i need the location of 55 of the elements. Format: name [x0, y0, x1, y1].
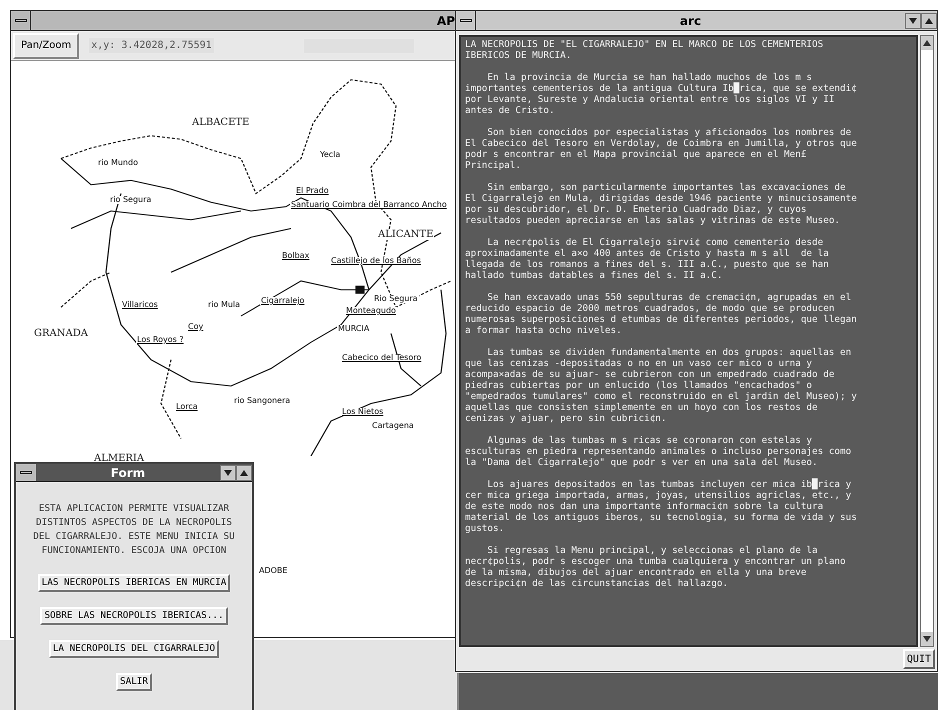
map-label: El Prado: [295, 187, 330, 195]
text-paragraph: Sin embargo, son particularmente importantes las excavaciones de El Cigarralejo en Mula, dirigidas desde 1946 paciente y minuciosamente por su descubridor, el Dr. D. Emeterio Cuadrado Diaz, y cuyos resultados pueden apreciarse en las salas y vitrinas de este Museo.: [465, 182, 858, 226]
text-paragraph: En la provincia de Murcia se han hallado muchos de los m s importantes cementerios de la antigua Cultura Ib█rica, que se extendi¢ por Levante, Sureste y Andalucia oriental entre los siglos VI y II antes de Cristo.: [465, 72, 858, 116]
text-paragraph: Son bien conocidos por especialistas y aficionados los nombres de El Cabecico del Tesoro en Verdolay, de Coimbra en Jumilla, y otros que podr s encontrar en el Mapa provincial que aparece en el Men£ Principal.: [465, 127, 858, 171]
map-label: Castillejo de los Baños: [330, 257, 422, 265]
menu-button[interactable]: SALIR: [116, 673, 152, 691]
map-label: Lorca: [175, 403, 199, 411]
text-paragraph: Las tumbas se dividen fundamentalmente en dos grupos: aquellas en que las cenizas -depositadas o no en un vaso cer mico o urna y acompa×adas de su ajuar- se cubrieron con un empedrado cuadrado de piedras cubiertas por un enlucido (los llamados "encachados" o "empedrados tumulares" como el reconstruido en el jardin del Museo); y aquellas que consisten simplemente en un hoyo con los restos de cenizas y ajuar, pero sin cubrici¢n.: [465, 347, 858, 424]
map-label: GRANADA: [33, 329, 89, 339]
map-label: Coy: [187, 323, 204, 331]
map-label: Los Royos ?: [136, 336, 185, 344]
text-paragraph: LA NECROPOLIS DE "EL CIGARRALEJO" EN EL MARCO DE LOS CEMENTERIOS IBERICOS DE MURCIA.: [465, 39, 824, 61]
map-label: Rio Segura: [373, 295, 419, 303]
scrollbar[interactable]: [920, 35, 934, 647]
map-label: Los Nietos: [341, 408, 384, 416]
coordinates-readout: x,y: 3.42028,2.75591: [89, 38, 214, 53]
map-label: Cartagena: [371, 422, 415, 430]
map-label: ADOBE: [258, 567, 288, 575]
text-paragraph: Algunas de las tumbas m s ricas se coronaron con estelas y esculturas en piedra representando animales o incluso personajes como la "Dama del Cigarralejo" que podr s ver en una sala del Museo.: [465, 435, 852, 468]
up-triangle-icon: [925, 18, 933, 24]
map-label: rio Sangonera: [233, 397, 292, 405]
map-label: rio Mula: [207, 301, 242, 309]
text-paragraph: La necr¢polis de El Cigarralejo sirvi¢ como cementerio desde aproximadamente el a×o 400 antes de Cristo y hasta m s all de la llegada de los romanos a fines del s. III a.C., puesto que se han hallado tumbas datables a fines del s. II a.C.: [465, 237, 830, 281]
minimize-button[interactable]: [220, 464, 236, 480]
window-menu-icon[interactable]: [16, 464, 36, 481]
down-triangle-icon: [909, 18, 917, 24]
window-title: Form: [110, 464, 146, 482]
map-label: Santuario Coimbra del Barranco Ancho: [290, 201, 448, 209]
pan-zoom-button[interactable]: Pan/Zoom: [13, 32, 80, 58]
map-label: Bolbax: [281, 252, 310, 260]
map-label: Cigarralejo: [260, 297, 306, 305]
intro-text: ESTA APLICACION PERMITE VISUALIZAR DISTINTOS ASPECTOS DE LA NECROPOLIS DEL CIGARRALEJO. ESTE MENU INICIA SU FUNCIONAMIENTO. ESCOJA UNA OPCION: [32, 502, 236, 558]
map-label: ALBACETE: [191, 118, 250, 128]
maximize-button[interactable]: [236, 464, 252, 480]
up-triangle-icon: [240, 470, 248, 476]
window-title: arc: [678, 12, 702, 30]
map-label: Cabecico del Tesoro: [341, 354, 422, 362]
map-label: rio Segura: [109, 196, 152, 204]
down-triangle-icon: [224, 470, 232, 476]
map-label: ALICANTE: [377, 230, 434, 240]
maximize-button[interactable]: [921, 12, 937, 28]
text-paragraph: Se han excavado unas 550 sepulturas de cremaci¢n, agrupadas en el reducido espacio de 2000 metros cuadrados, de modo que se producen numerosas superposiciones d etumbas de diferentes periodos, que llegan a formar hasta ocho niveles.: [465, 292, 858, 336]
text-paragraph: Los ajuares depositados en las tumbas incluyen cer mica ib█rica y cer mica griega importada, armas, joyas, utensilios agriclas, etc., y de este modo nos dan una importante informaci¢n sobre la cultura material de los antiguos iberos, su tecnologia, su forma de vida y sus gustos.: [465, 479, 858, 534]
text-paragraph: Si regresas la Menu principal, y seleccionas el plano de la necr¢polis, podr s escoger una tumba cualquiera y encontrar un plano de la misma, dibujos del ajuar encontrado en ella y una breve descripci¢n de las circunstancias del hallazgo.: [465, 545, 847, 589]
map-label: Monteagudo: [345, 307, 397, 315]
map-label: Yecla: [319, 151, 342, 159]
menu-button[interactable]: SOBRE LAS NECROPOLIS IBERICAS...: [40, 607, 228, 625]
map-label: MURCIA: [337, 325, 370, 333]
window-title: AP: [436, 12, 456, 30]
quit-button[interactable]: QUIT: [902, 649, 935, 669]
minimize-button[interactable]: [905, 12, 921, 28]
menu-button[interactable]: LAS NECROPOLIS IBERICAS EN MURCIA: [38, 574, 230, 592]
map-label: rio Mundo: [97, 159, 139, 167]
menu-button[interactable]: LA NECROPOLIS DEL CIGARRALEJO: [48, 640, 220, 658]
map-label: Villaricos: [121, 301, 159, 309]
